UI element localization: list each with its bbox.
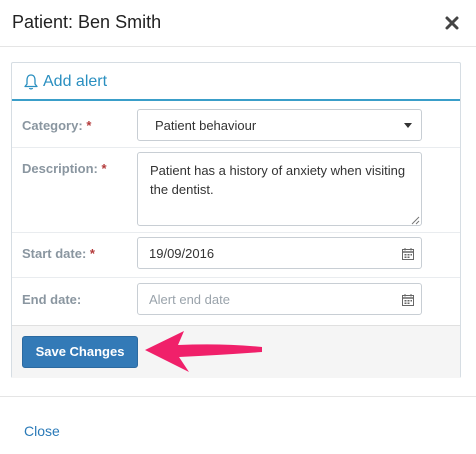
modal-footer-divider bbox=[0, 396, 476, 397]
patient-modal: Patient: Ben Smith Add alert Category: *… bbox=[0, 0, 476, 454]
description-required-mark: * bbox=[101, 161, 107, 176]
row-divider bbox=[12, 232, 460, 233]
modal-title: Patient: Ben Smith bbox=[12, 12, 162, 32]
close-link[interactable]: Close bbox=[24, 423, 60, 439]
category-select[interactable]: Patient behaviour bbox=[137, 109, 422, 141]
close-x-icon[interactable] bbox=[444, 12, 462, 34]
modal-header: Patient: Ben Smith bbox=[0, 0, 476, 47]
panel-title: Add alert bbox=[43, 73, 108, 90]
start-date-label: Start date: * bbox=[22, 246, 95, 261]
description-label: Description: * bbox=[22, 161, 107, 176]
category-label-text: Category: bbox=[22, 118, 83, 133]
end-date-label-text: End date: bbox=[22, 292, 82, 307]
end-date-input[interactable]: Alert end date bbox=[137, 283, 422, 315]
row-divider bbox=[12, 277, 460, 278]
end-date-label: End date: bbox=[22, 292, 81, 307]
save-changes-button[interactable]: Save Changes bbox=[22, 336, 138, 368]
description-textarea[interactable]: Patient has a history of anxiety when vi… bbox=[137, 152, 422, 226]
pointer-arrow-icon bbox=[144, 330, 266, 374]
category-label: Category: * bbox=[22, 118, 91, 133]
category-select-value: Patient behaviour bbox=[155, 118, 257, 133]
start-date-value: 19/09/2016 bbox=[149, 246, 215, 261]
calendar-icon[interactable] bbox=[401, 293, 415, 307]
resize-grip-icon[interactable] bbox=[410, 213, 420, 225]
bell-icon bbox=[23, 73, 39, 91]
start-date-input[interactable]: 19/09/2016 bbox=[137, 237, 422, 269]
description-text: Patient has a history of anxiety when vi… bbox=[150, 163, 406, 197]
row-divider bbox=[12, 147, 460, 148]
description-label-text: Description: bbox=[22, 161, 98, 176]
start-date-required-mark: * bbox=[89, 246, 95, 261]
caret-down-icon bbox=[404, 123, 412, 128]
start-date-label-text: Start date: bbox=[22, 246, 87, 261]
end-date-placeholder: Alert end date bbox=[149, 292, 230, 307]
category-required-mark: * bbox=[86, 118, 92, 133]
panel-heading: Add alert bbox=[12, 63, 460, 101]
calendar-icon[interactable] bbox=[401, 247, 415, 261]
